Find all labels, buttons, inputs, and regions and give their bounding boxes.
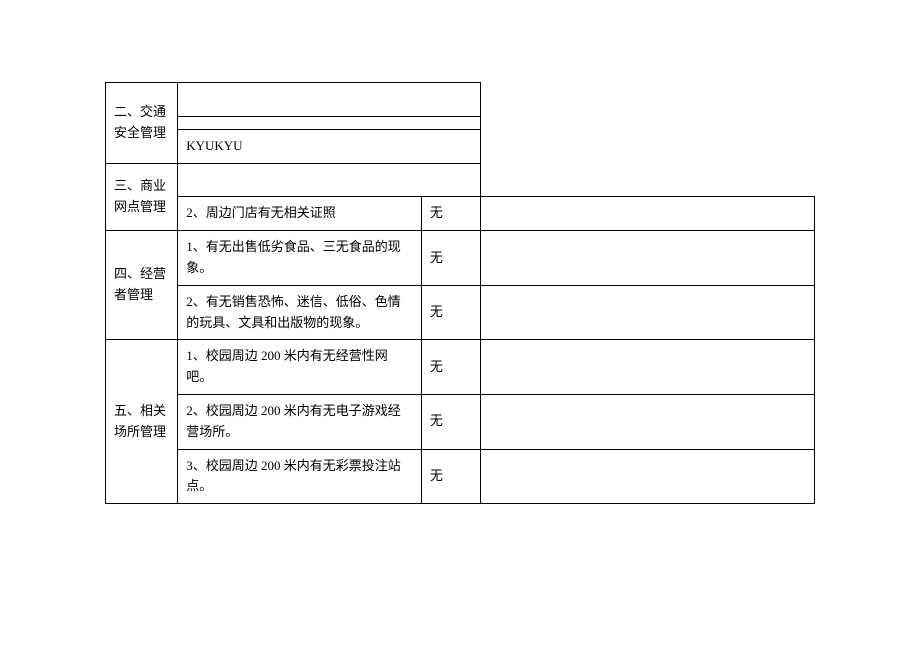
section-5-answer3: 无	[421, 449, 480, 504]
section-4-item1: 1、有无出售低劣食品、三无食品的现象。	[178, 231, 422, 286]
section-3-remarks2	[481, 197, 815, 231]
section-2-row1	[178, 83, 481, 117]
section-5-remarks1	[481, 340, 815, 395]
section-5-remarks2	[481, 394, 815, 449]
section-4-item2: 2、有无销售恐怖、迷信、低俗、色情的玩具、文具和出版物的现象。	[178, 285, 422, 340]
section-4-answer2: 无	[421, 285, 480, 340]
section-5-item2: 2、校园周边 200 米内有无电子游戏经营场所。	[178, 394, 422, 449]
section-5-answer2: 无	[421, 394, 480, 449]
section-4-title: 四、经营者管理	[106, 231, 178, 340]
section-5-item3: 3、校园周边 200 米内有无彩票投注站点。	[178, 449, 422, 504]
section-5-item1: 1、校园周边 200 米内有无经营性网吧。	[178, 340, 422, 395]
section-5-answer1: 无	[421, 340, 480, 395]
inspection-table: 二、交通安全管理 KYUKYU 三、商业网点管理 2、周边门店有无相关证照 无 …	[105, 82, 815, 504]
section-3-title: 三、商业网点管理	[106, 163, 178, 231]
section-4-answer1: 无	[421, 231, 480, 286]
section-5-remarks3	[481, 449, 815, 504]
section-2-row2	[178, 116, 481, 129]
section-3-answer2: 无	[421, 197, 480, 231]
section-2-title: 二、交通安全管理	[106, 83, 178, 164]
section-5-title: 五、相关场所管理	[106, 340, 178, 504]
section-3-item2: 2、周边门店有无相关证照	[178, 197, 422, 231]
section-2-row3: KYUKYU	[178, 129, 481, 163]
section-4-remarks2	[481, 285, 815, 340]
section-4-remarks1	[481, 231, 815, 286]
section-3-row1	[178, 163, 481, 197]
